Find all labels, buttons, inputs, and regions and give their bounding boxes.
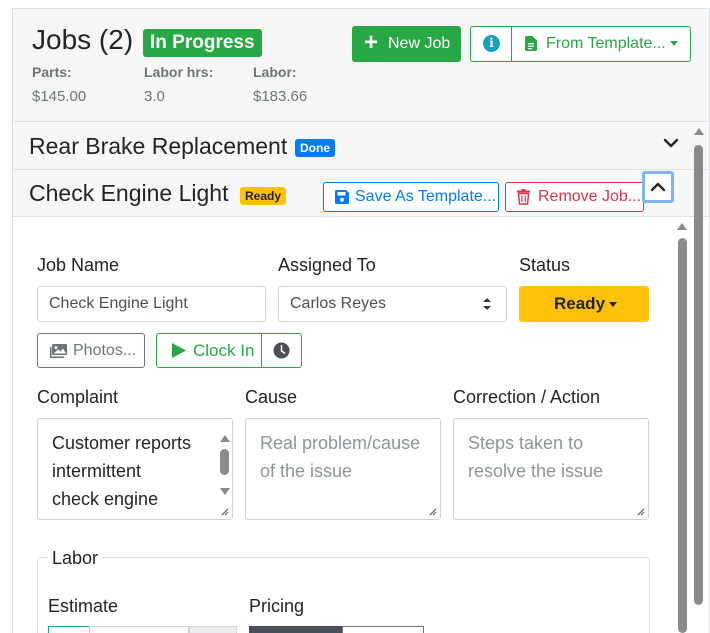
save-as-template-button[interactable]: Save As Template... <box>323 182 499 212</box>
complaint-line: check engine <box>52 489 159 509</box>
scroll-up-arrow[interactable] <box>677 223 687 230</box>
new-job-label: New Job <box>388 35 451 52</box>
clock-history-button[interactable] <box>262 334 301 367</box>
clock-in-button[interactable]: Clock In <box>157 334 262 367</box>
new-job-button[interactable]: + New Job <box>352 26 461 62</box>
labor-label: Labor: <box>253 64 297 80</box>
page-title: Jobs (2) <box>32 24 134 55</box>
select-arrows-icon <box>483 298 491 310</box>
complaint-line: Customer reports <box>52 433 192 453</box>
job-status-badge: Ready <box>240 187 287 205</box>
estimate-label: Estimate <box>48 596 119 616</box>
from-template-button[interactable]: From Template... <box>512 27 690 61</box>
job-name-label: Job Name <box>37 255 120 275</box>
cause-placeholder: Real problem/cause <box>260 433 421 453</box>
play-icon <box>172 343 186 358</box>
photos-label: Photos... <box>73 342 137 359</box>
status-value: Ready <box>554 294 606 313</box>
remove-job-label: Remove Job... <box>538 188 642 205</box>
complaint-label: Complaint <box>37 387 119 407</box>
parts-label: Parts: <box>32 64 72 80</box>
template-info-button[interactable]: i <box>471 27 512 61</box>
cause-textarea[interactable]: Real problem/cause of the issue <box>245 418 441 520</box>
photos-button[interactable]: Photos... <box>37 333 145 368</box>
correction-textarea[interactable]: Steps taken to resolve the issue <box>453 418 649 520</box>
chevron-down-icon <box>670 41 678 46</box>
job-status-badge: Done <box>295 139 335 157</box>
status-badge: In Progress <box>143 29 262 57</box>
status-dropdown-button[interactable]: Ready <box>519 286 649 322</box>
labor-hrs-label: Labor hrs: <box>144 64 214 80</box>
collapse-job-button[interactable] <box>642 171 674 203</box>
estimate-option[interactable] <box>89 626 189 633</box>
estimate-option[interactable] <box>189 626 237 633</box>
template-button-group: i From Template... <box>470 26 691 62</box>
status-label: Status <box>519 255 571 275</box>
resize-handle-icon[interactable] <box>429 508 437 516</box>
job-title: Rear Brake Replacement <box>29 133 288 159</box>
pricing-label: Pricing <box>249 596 305 616</box>
scroll-up-arrow[interactable] <box>220 435 230 442</box>
labor-value: $183.66 <box>253 88 308 105</box>
textarea-scrollbar[interactable] <box>218 431 232 517</box>
scroll-up-arrow[interactable] <box>694 128 704 135</box>
correction-placeholder: resolve the issue <box>468 461 604 481</box>
assigned-to-value: Carlos Reyes <box>290 295 387 312</box>
estimate-option[interactable] <box>48 626 90 633</box>
jobs-header: Jobs (2) In Progress Parts: Labor hrs: L… <box>13 9 709 122</box>
plus-icon: + <box>364 29 379 56</box>
from-template-label: From Template... <box>546 35 666 52</box>
clock-button-group: Clock In <box>156 333 302 368</box>
chevron-down-icon <box>609 302 617 307</box>
pricing-option[interactable] <box>249 626 342 633</box>
inner-scrollbar-thumb[interactable] <box>678 238 687 633</box>
complaint-line: intermittent <box>52 461 142 481</box>
resize-handle-icon[interactable] <box>637 508 645 516</box>
pricing-option[interactable] <box>342 626 424 633</box>
job-name-input[interactable]: Check Engine Light <box>37 286 266 322</box>
correction-label: Correction / Action <box>453 387 601 407</box>
inner-scrollbar[interactable] <box>675 220 687 633</box>
parts-value: $145.00 <box>32 88 87 105</box>
cause-label: Cause <box>245 387 298 407</box>
outer-scrollbar-thumb[interactable] <box>694 145 703 605</box>
clock-in-label: Clock In <box>193 341 255 360</box>
labor-legend: Labor <box>48 548 103 569</box>
chevron-up-icon <box>650 182 666 192</box>
info-icon: i <box>483 35 500 52</box>
remove-job-button[interactable]: Remove Job... <box>505 182 644 212</box>
textarea-scrollbar-thumb[interactable] <box>220 449 229 475</box>
image-icon <box>50 344 67 358</box>
clock-icon <box>273 342 290 359</box>
chevron-down-icon[interactable] <box>663 137 679 149</box>
assigned-to-select[interactable]: Carlos Reyes <box>278 286 507 322</box>
scroll-down-arrow[interactable] <box>220 488 230 495</box>
labor-hrs-value: 3.0 <box>144 88 165 105</box>
job-row-check-engine[interactable]: Check Engine Light Ready Save As Templat… <box>13 170 709 217</box>
file-icon <box>525 36 537 51</box>
resize-handle-icon[interactable] <box>221 508 229 516</box>
job-title: Check Engine Light <box>29 180 229 206</box>
outer-scrollbar[interactable] <box>690 120 704 630</box>
labor-fieldset <box>37 557 650 633</box>
job-row-rear-brake[interactable]: Rear Brake Replacement Done <box>13 123 709 170</box>
trash-icon <box>517 189 530 205</box>
cause-placeholder: of the issue <box>260 461 353 481</box>
save-icon <box>335 190 349 204</box>
assigned-to-label: Assigned To <box>278 255 376 275</box>
complaint-textarea[interactable]: Customer reports intermittent check engi… <box>37 418 233 520</box>
save-as-template-label: Save As Template... <box>355 188 497 205</box>
correction-placeholder: Steps taken to <box>468 433 584 453</box>
